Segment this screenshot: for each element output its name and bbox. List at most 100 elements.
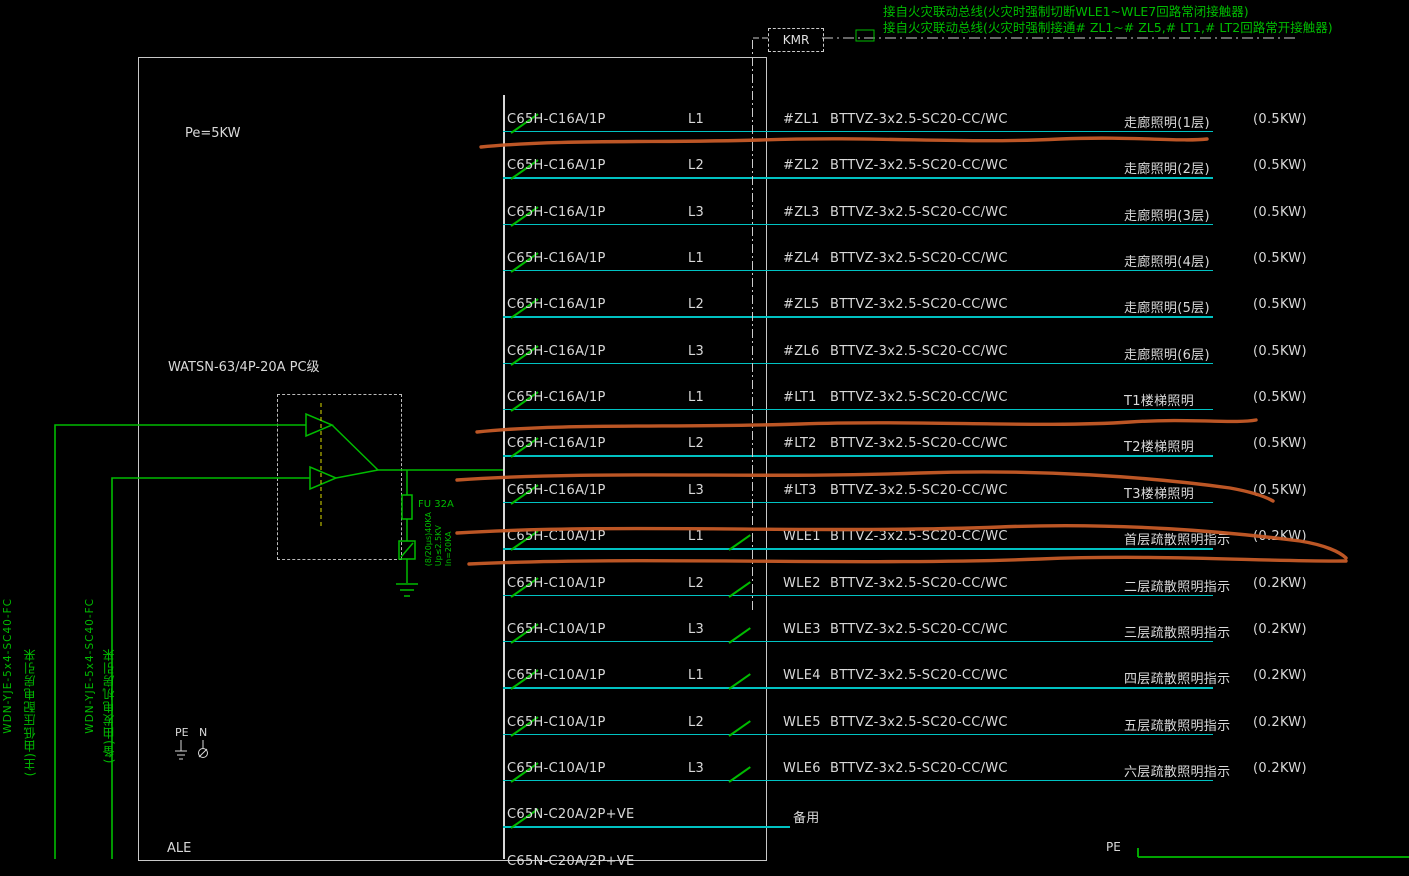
- power-label: (0.2KW): [1253, 529, 1307, 545]
- phase-label: L1: [688, 112, 705, 127]
- load-name-label: T1楼梯照明: [1124, 394, 1195, 410]
- power-label: (0.5KW): [1253, 204, 1307, 220]
- circuit-wire: [503, 316, 1213, 318]
- cable-spec-label: BTTVZ-3x2.5-SC20-CC/WC: [830, 621, 1008, 637]
- breaker-label: C65H-C10A/1P: [507, 760, 606, 776]
- load-name-label: T2楼梯照明: [1124, 440, 1195, 456]
- load-name-label: 五层疏散照明指示: [1124, 718, 1231, 734]
- breaker-label: C65H-C10A/1P: [507, 714, 606, 730]
- breaker-label: C65H-C10A/1P: [507, 668, 606, 684]
- circuit-wire: [503, 640, 1213, 643]
- circuit-wire: [503, 687, 1213, 689]
- spd-spec-line: In=20KA: [444, 531, 453, 567]
- circuit-id-label: #LT2: [783, 436, 817, 452]
- circuit-wire: [503, 409, 1213, 411]
- cable-spec-label: BTTVZ-3x2.5-SC20-CC/WC: [830, 668, 1008, 684]
- phase-label: L1: [688, 529, 705, 545]
- circuit-wire: [503, 501, 1213, 504]
- load-name-label: 走廊照明(2层): [1124, 162, 1210, 178]
- backup-feeder-cable-label: WDN-YJE-5x4-SC40-FC: [84, 598, 96, 734]
- circuit-row: C65H-C16A/1P L2 #ZL2 BTTVZ-3x2.5-SC20-CC/WC…: [0, 158, 1409, 181]
- bottom-pe-label: PE: [1106, 840, 1121, 854]
- phase-label: L3: [688, 204, 705, 220]
- power-label: (0.5KW): [1253, 158, 1307, 174]
- circuit-id-label: WLE1: [783, 529, 821, 545]
- pe-terminal-label: PE: [175, 726, 189, 739]
- breaker-label: C65H-C16A/1P: [507, 204, 606, 220]
- power-label: (0.5KW): [1253, 390, 1307, 406]
- load-name-label: 三层疏散照明指示: [1124, 625, 1231, 641]
- breaker-label: C65H-C10A/1P: [507, 575, 606, 591]
- circuit-wire: [503, 548, 1213, 550]
- breaker-label: C65H-C16A/1P: [507, 390, 606, 406]
- cable-spec-label: BTTVZ-3x2.5-SC20-CC/WC: [830, 251, 1008, 267]
- breaker-label: C65H-C16A/1P: [507, 297, 606, 313]
- load-name-label: 走廊照明(6层): [1124, 347, 1210, 363]
- circuit-row: C65H-C10A/1P L2 WLE2 BTTVZ-3x2.5-SC20-CC/WC…: [0, 576, 1409, 598]
- circuit-wire: [503, 733, 1213, 735]
- fuse-label: FU 32A: [418, 499, 454, 510]
- power-label: (0.5KW): [1253, 436, 1307, 452]
- n-terminal-label: N: [199, 726, 208, 739]
- circuit-row: C65H-C10A/1P L1 WLE4 BTTVZ-3x2.5-SC20-CC/WC…: [0, 668, 1409, 691]
- power-label: (0.5KW): [1253, 112, 1307, 127]
- power-label: (0.2KW): [1253, 760, 1307, 776]
- circuit-id-label: WLE3: [783, 621, 821, 637]
- circuit-wire: [503, 270, 1213, 272]
- kmr-contactor-box: KMR: [768, 28, 824, 52]
- circuit-row: C65H-C16A/1P L3 #LT3 BTTVZ-3x2.5-SC20-CC/WC…: [0, 483, 1409, 505]
- load-name-label: 走廊照明(4层): [1124, 255, 1210, 271]
- phase-label: L2: [688, 575, 705, 591]
- power-label: (0.2KW): [1253, 621, 1307, 637]
- circuit-wire: [503, 594, 1213, 596]
- breaker-label: C65H-C16A/1P: [507, 343, 606, 359]
- spd-spec-line: Up≤2.5KV: [434, 525, 443, 567]
- circuit-row: C65N-C20A/2P+VE: [0, 854, 1409, 876]
- power-label: (0.5KW): [1253, 251, 1307, 267]
- load-name-label: 走廊照明(5层): [1124, 301, 1210, 317]
- circuit-wire: [503, 455, 1213, 457]
- load-name-label: T3楼梯照明: [1124, 486, 1195, 502]
- load-name-label: 走廊照明(1层): [1124, 116, 1210, 131]
- backup-feeder-desc-label: (备)由发电机房引来: [102, 648, 116, 764]
- breaker-label: C65H-C16A/1P: [507, 482, 606, 498]
- circuit-row: C65H-C10A/1P L3 WLE6 BTTVZ-3x2.5-SC20-CC/WC…: [0, 761, 1409, 783]
- circuit-row: C65H-C16A/1P L1 #ZL4 BTTVZ-3x2.5-SC20-CC/WC…: [0, 251, 1409, 273]
- power-label: (0.2KW): [1253, 714, 1307, 730]
- cable-spec-label: BTTVZ-3x2.5-SC20-CC/WC: [830, 158, 1008, 174]
- circuit-id-label: WLE6: [783, 760, 821, 776]
- circuit-id-label: #ZL1: [783, 112, 820, 127]
- power-label: (0.2KW): [1253, 575, 1307, 591]
- circuit-row: C65H-C16A/1P L1 #LT1 BTTVZ-3x2.5-SC20-CC/WC…: [0, 390, 1409, 412]
- panel-name-label: ALE: [167, 841, 192, 856]
- load-name-label: 二层疏散照明指示: [1124, 579, 1231, 595]
- fire-linkage-note-2: 接自火灾联动总线(火灾时强制接通# ZL1~# ZL5,# LT1,# LT2回…: [883, 20, 1333, 35]
- cable-spec-label: BTTVZ-3x2.5-SC20-CC/WC: [830, 529, 1008, 545]
- phase-label: L3: [688, 343, 705, 359]
- circuit-wire: [503, 362, 1213, 365]
- cable-spec-label: BTTVZ-3x2.5-SC20-CC/WC: [830, 112, 1008, 127]
- breaker-label: C65H-C10A/1P: [507, 529, 606, 545]
- phase-label: L2: [688, 436, 705, 452]
- cable-spec-label: BTTVZ-3x2.5-SC20-CC/WC: [830, 343, 1008, 359]
- phase-label: L2: [688, 158, 705, 174]
- circuit-wire: [503, 177, 1213, 179]
- breaker-label: C65H-C16A/1P: [507, 251, 606, 267]
- power-label: (0.5KW): [1253, 482, 1307, 498]
- phase-label: L1: [688, 668, 705, 684]
- circuit-row: C65H-C10A/1P L1 WLE1 BTTVZ-3x2.5-SC20-CC/WC…: [0, 529, 1409, 551]
- circuit-wire: [503, 223, 1213, 226]
- cable-spec-label: BTTVZ-3x2.5-SC20-CC/WC: [830, 204, 1008, 220]
- breaker-label: C65N-C20A/2P+VE: [507, 807, 635, 823]
- circuit-wire: [503, 779, 1213, 782]
- cable-spec-label: BTTVZ-3x2.5-SC20-CC/WC: [830, 760, 1008, 776]
- circuit-id-label: WLE2: [783, 575, 821, 591]
- circuit-wire: [503, 131, 1213, 133]
- breaker-label: C65H-C10A/1P: [507, 621, 606, 637]
- circuit-id-label: #ZL2: [783, 158, 820, 174]
- circuit-id-label: #LT3: [783, 482, 817, 498]
- circuit-row: C65H-C16A/1P L2 #ZL5 BTTVZ-3x2.5-SC20-CC/WC…: [0, 297, 1409, 320]
- breaker-label: C65H-C16A/1P: [507, 436, 606, 452]
- breaker-label: C65N-C20A/2P+VE: [507, 853, 635, 869]
- phase-label: L2: [688, 297, 705, 313]
